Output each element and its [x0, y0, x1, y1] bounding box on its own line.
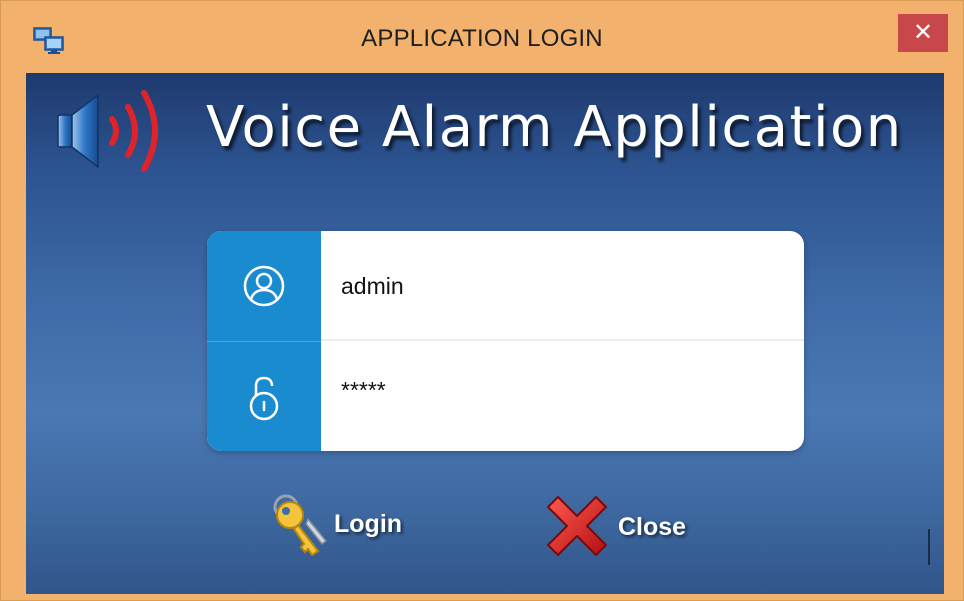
user-icon [243, 265, 285, 307]
password-icon-cell [207, 341, 321, 451]
password-field[interactable] [321, 335, 804, 451]
keys-icon [273, 494, 328, 557]
close-button[interactable]: Close [542, 493, 712, 563]
window-close-button[interactable]: ✕ [898, 14, 948, 52]
username-field[interactable] [321, 231, 804, 341]
password-input[interactable] [341, 335, 781, 445]
title-bar[interactable]: APPLICATION LOGIN ✕ [1, 1, 963, 71]
app-title: Voice Alarm Application [206, 95, 903, 160]
login-panel [207, 231, 804, 451]
login-button[interactable]: Login [268, 491, 428, 561]
field-icon-column [207, 231, 321, 451]
username-input[interactable] [341, 231, 781, 341]
resize-grip [928, 529, 930, 565]
login-button-label: Login [334, 510, 403, 538]
login-client-area: Voice Alarm Application admin ***** Logi… [26, 73, 944, 594]
padlock-icon [249, 376, 279, 421]
speaker-sound-icon [57, 90, 158, 172]
username-icon-cell [207, 231, 321, 342]
close-button-label: Close [618, 513, 687, 541]
window-title: APPLICATION LOGIN [361, 25, 603, 52]
red-x-icon [547, 496, 607, 556]
login-window: APPLICATION LOGIN ✕ Voice Alarm Applicat… [0, 0, 964, 601]
